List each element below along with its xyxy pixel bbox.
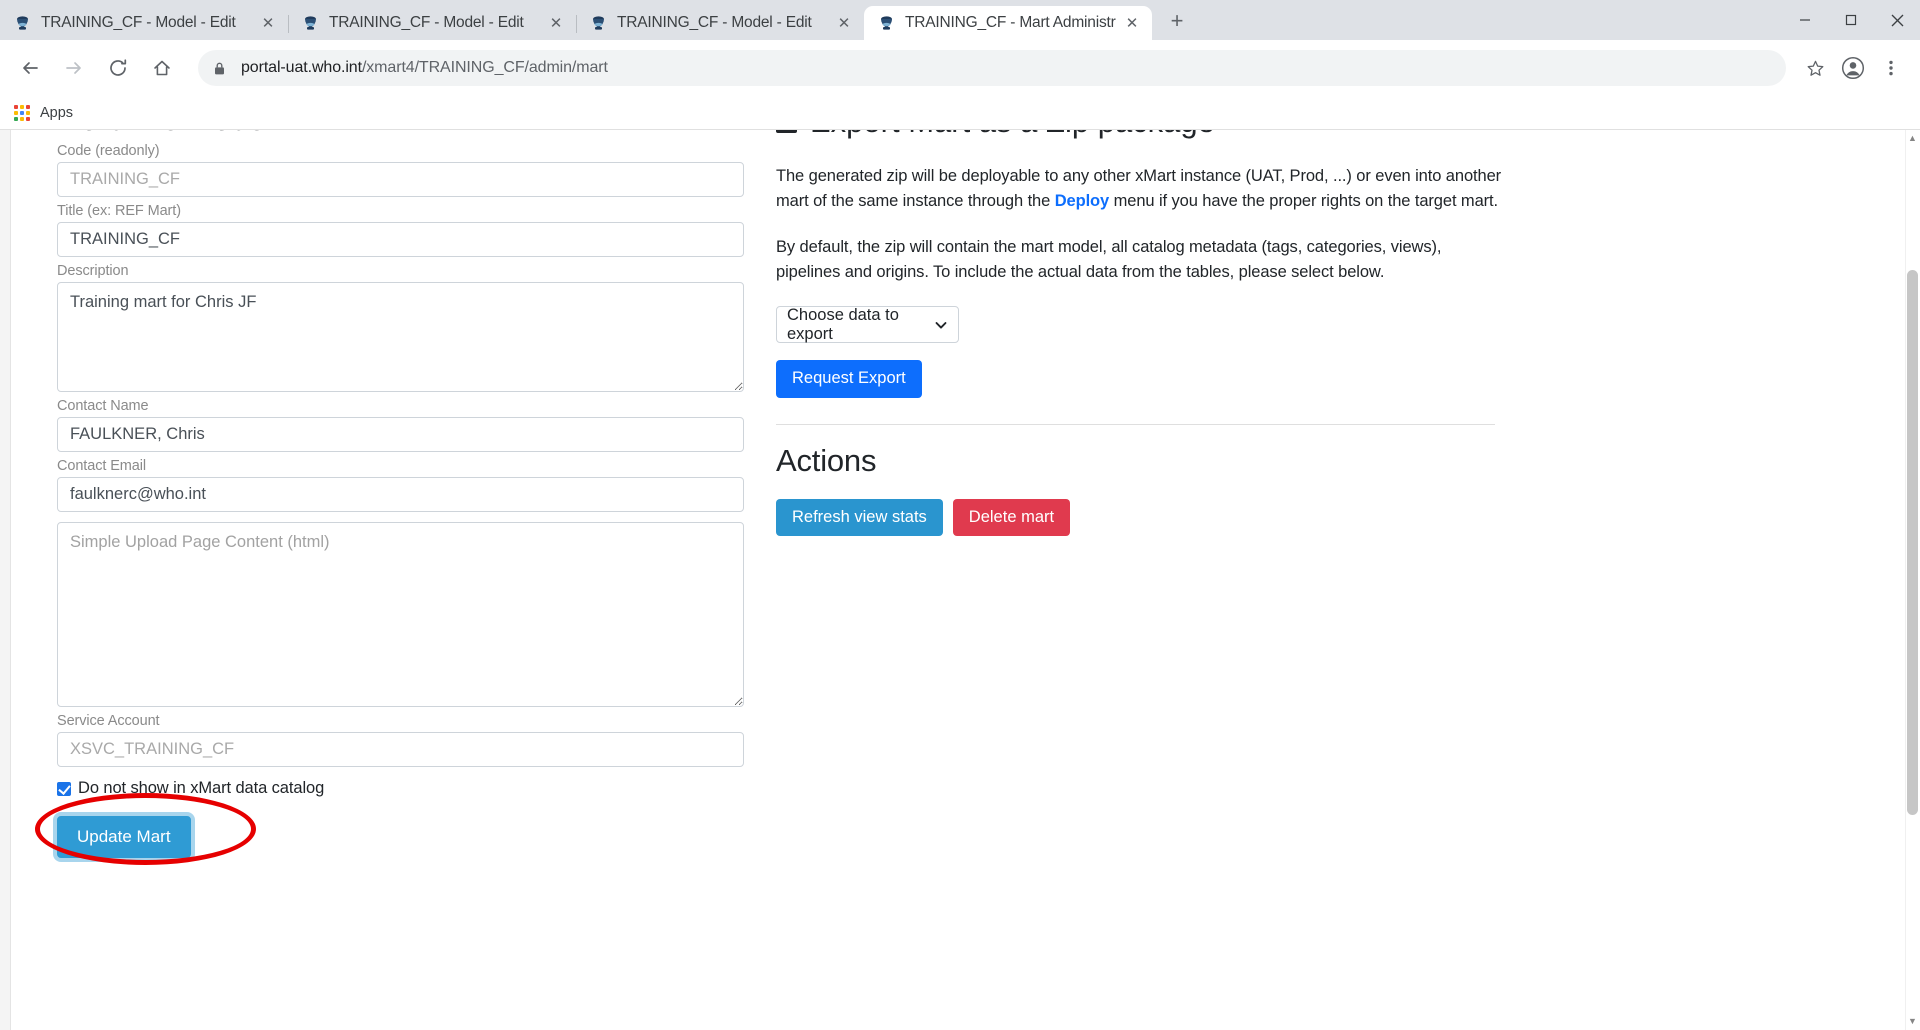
back-icon[interactable] [12, 50, 48, 86]
close-window-button[interactable] [1874, 0, 1920, 40]
scrollbar-thumb[interactable] [1907, 270, 1918, 815]
tab-strip: TRAINING_CF - Model - Edit ✕ TRAINING_CF… [0, 0, 1920, 40]
maximize-button[interactable] [1828, 0, 1874, 40]
browser-tab-title: TRAINING_CF - Mart Administrat [905, 14, 1116, 31]
page-scrollbar[interactable]: ▲ ▼ [1905, 130, 1920, 1030]
tab-close-icon[interactable]: ✕ [834, 13, 854, 33]
browser-tab-title: TRAINING_CF - Model - Edit [329, 14, 524, 31]
url-text: portal-uat.who.int/xmart4/TRAINING_CF/ad… [241, 59, 608, 77]
tab-close-icon[interactable]: ✕ [546, 13, 566, 33]
actions-button-row: Refresh view stats Delete mart [776, 498, 1506, 537]
bookmark-star-icon[interactable] [1798, 51, 1832, 85]
contact-name-field[interactable] [57, 417, 744, 452]
service-account-field[interactable] [57, 732, 744, 767]
service-account-label: Service Account [57, 713, 160, 729]
mart-information-form: Code (readonly) Title (ex: REF Mart) Des… [35, 130, 757, 865]
contact-name-label: Contact Name [57, 398, 149, 414]
browser-tab-2[interactable]: TRAINING_CF - Model - Edit ✕ [288, 6, 576, 40]
form-group-upload-page [57, 522, 757, 707]
xmart-favicon [14, 15, 31, 32]
form-group-code: Code (readonly) [57, 143, 757, 197]
xmart-favicon [590, 15, 607, 32]
home-icon[interactable] [144, 50, 180, 86]
page-viewport: Mart Information Code (readonly) Title (… [0, 130, 1920, 1030]
contact-email-field[interactable] [57, 477, 744, 512]
reload-icon[interactable] [100, 50, 136, 86]
code-field[interactable] [57, 162, 744, 197]
contact-email-label: Contact Email [57, 458, 146, 474]
chevron-down-icon [934, 318, 948, 332]
section-divider [776, 423, 1495, 425]
xmart-favicon [878, 15, 895, 32]
bookmark-apps-label[interactable]: Apps [40, 105, 73, 121]
export-and-actions-panel: Export Mart as a Zip package The generat… [776, 130, 1506, 537]
description-field[interactable] [57, 282, 744, 392]
refresh-view-stats-button[interactable]: Refresh view stats [776, 498, 943, 537]
profile-avatar-icon[interactable] [1836, 51, 1870, 85]
apps-grid-icon[interactable] [14, 104, 30, 121]
browser-tab-1[interactable]: TRAINING_CF - Model - Edit ✕ [0, 6, 288, 40]
url-path: /xmart4/TRAINING_CF/admin/mart [361, 59, 608, 76]
form-group-description: Description [57, 263, 757, 392]
form-group-contact-email: Contact Email [57, 458, 757, 512]
form-group-contact-name: Contact Name [57, 398, 757, 452]
tab-close-icon[interactable]: ✕ [258, 13, 278, 33]
title-label: Title (ex: REF Mart) [57, 203, 181, 219]
bookmarks-bar: Apps [0, 96, 1920, 130]
export-section-heading: Export Mart as a Zip package [776, 130, 1506, 140]
deploy-link[interactable]: Deploy [1055, 192, 1110, 210]
scroll-down-arrow-icon[interactable]: ▼ [1908, 1017, 1917, 1026]
export-para1-part-b: menu if you have the proper rights on th… [1109, 192, 1499, 211]
browser-tab-4-active[interactable]: TRAINING_CF - Mart Administrat ✕ [864, 6, 1152, 40]
left-gutter-rail [0, 130, 11, 1030]
choose-data-to-export-select[interactable]: Choose data to export [776, 305, 959, 344]
lock-icon [212, 61, 227, 76]
zip-package-icon [776, 130, 797, 133]
forward-icon [56, 50, 92, 86]
code-label: Code (readonly) [57, 143, 160, 159]
form-group-title: Title (ex: REF Mart) [57, 203, 757, 257]
minimize-button[interactable] [1782, 0, 1828, 40]
hide-from-catalog-label[interactable]: Do not show in xMart data catalog [78, 779, 324, 798]
xmart-favicon [302, 15, 319, 32]
select-value-text: Choose data to export [787, 305, 899, 343]
update-mart-wrapper: Update Mart [35, 793, 256, 865]
new-tab-button[interactable]: + [1160, 4, 1194, 38]
description-label: Description [57, 263, 129, 279]
browser-tab-3[interactable]: TRAINING_CF - Model - Edit ✕ [576, 6, 864, 40]
browser-tab-title: TRAINING_CF - Model - Edit [41, 14, 236, 31]
window-controls [1782, 0, 1920, 40]
export-paragraph-1: The generated zip will be deployable to … [776, 164, 1506, 214]
scroll-up-arrow-icon[interactable]: ▲ [1908, 134, 1917, 143]
tab-close-icon[interactable]: ✕ [1122, 13, 1142, 33]
upload-page-content-field[interactable] [57, 522, 744, 707]
browser-toolbar: portal-uat.who.int/xmart4/TRAINING_CF/ad… [0, 40, 1920, 96]
form-group-service-account: Service Account [57, 713, 757, 767]
hide-from-catalog-checkbox[interactable] [57, 781, 71, 796]
export-paragraph-2: By default, the zip will contain the mar… [776, 238, 1442, 282]
browser-menu-icon[interactable] [1874, 51, 1908, 85]
browser-window: TRAINING_CF - Model - Edit ✕ TRAINING_CF… [0, 0, 1920, 1030]
title-field[interactable] [57, 222, 744, 257]
delete-mart-button[interactable]: Delete mart [952, 498, 1071, 537]
url-host: portal-uat.who.int [241, 59, 362, 76]
hide-from-catalog-row: Do not show in xMart data catalog [57, 779, 757, 798]
actions-heading: Actions [776, 442, 877, 478]
toolbar-right-icons [1794, 51, 1908, 85]
address-bar[interactable]: portal-uat.who.int/xmart4/TRAINING_CF/ad… [198, 50, 1786, 86]
export-heading-text: Export Mart as a Zip package [810, 130, 1215, 140]
browser-tab-title: TRAINING_CF - Model - Edit [617, 14, 812, 31]
update-mart-button[interactable]: Update Mart [57, 816, 191, 859]
request-export-button[interactable]: Request Export [776, 360, 922, 398]
